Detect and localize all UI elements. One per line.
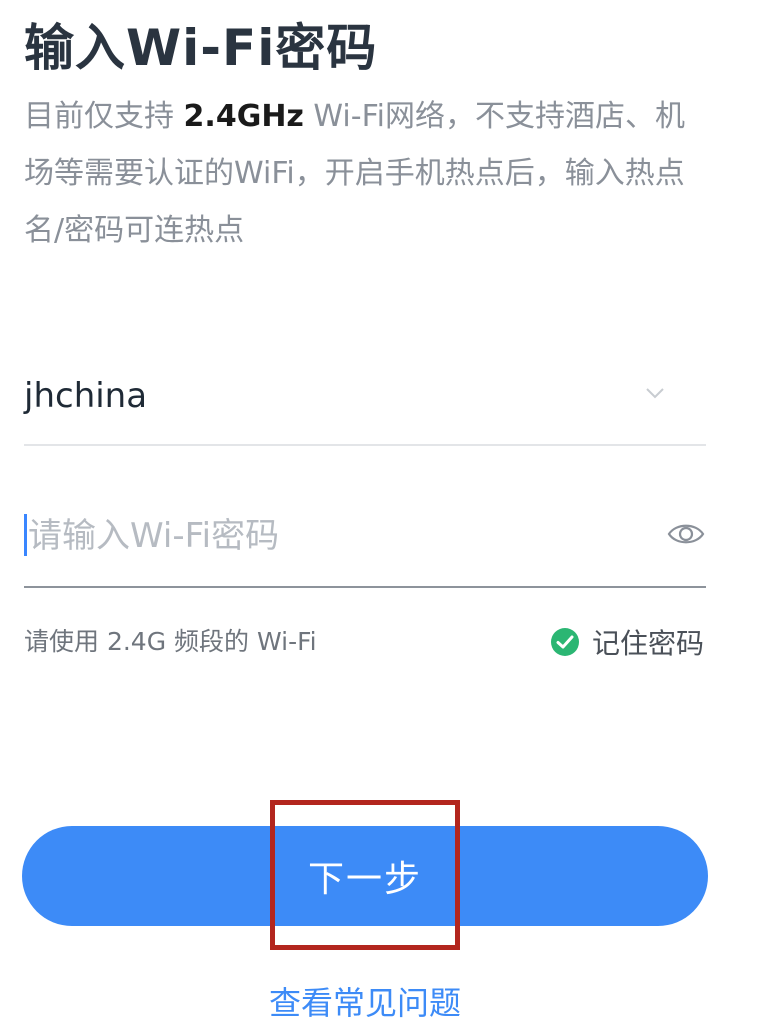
check-circle-icon[interactable]: [550, 627, 580, 657]
eye-icon[interactable]: [666, 514, 706, 554]
text-cursor: [24, 514, 27, 556]
description-text: 目前仅支持 2.4GHz Wi-Fi网络，不支持酒店、机场等需要认证的WiFi，…: [24, 88, 714, 259]
description-prefix: 目前仅支持: [24, 99, 184, 134]
description-highlight: 2.4GHz: [183, 99, 304, 134]
password-input[interactable]: [28, 506, 648, 566]
remember-password-toggle[interactable]: 记住密码: [550, 624, 704, 660]
wifi-password-page: 输入Wi-Fi密码 目前仅支持 2.4GHz Wi-Fi网络，不支持酒店、机场等…: [0, 0, 780, 1022]
chevron-down-icon[interactable]: [644, 382, 666, 404]
next-step-button[interactable]: 下一步: [22, 826, 708, 926]
frequency-hint: 请使用 2.4G 频段的 Wi-Fi: [24, 627, 317, 656]
remember-password-label: 记住密码: [592, 627, 705, 660]
faq-link[interactable]: 查看常见问题: [0, 978, 730, 1024]
password-field-row: [24, 494, 706, 588]
ssid-value: jhchina: [24, 376, 148, 416]
ssid-selector[interactable]: jhchina: [24, 358, 706, 446]
page-title: 输入Wi-Fi密码: [24, 19, 378, 77]
